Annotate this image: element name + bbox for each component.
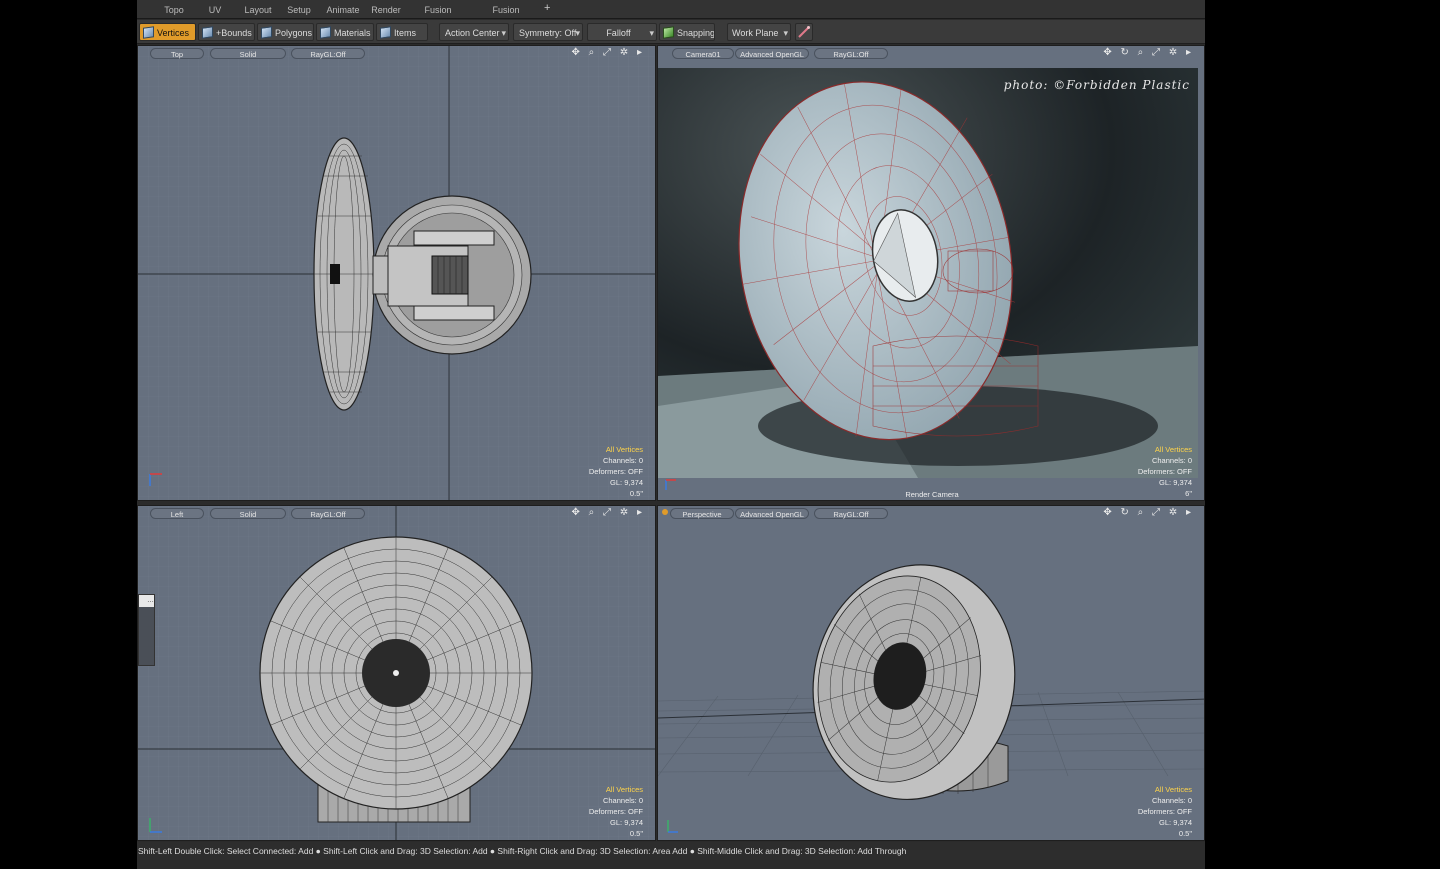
info-gl: GL: 9,374 [610,818,643,827]
raygl-toggle-camera[interactable]: RayGL:Off [814,48,888,59]
viewport-top[interactable]: Top Solid RayGL:Off ✥ ⌕ ⤢ ✲ ▸ All Vertic… [137,45,656,501]
view-select-top[interactable]: Top [150,48,204,59]
info-selection: All Vertices [1154,785,1192,794]
top-view-canvas[interactable] [138,46,656,501]
shading-select-top[interactable]: Solid [210,48,286,59]
active-dot-icon [662,509,668,515]
camera-view-canvas[interactable] [658,46,1205,501]
info-selection: All Vertices [1154,445,1192,454]
viewport-camera-header: Camera01 Advanced OpenGL RayGL:Off ✥ ↻ ⌕… [658,46,1204,61]
info-scale: 0.5" [1178,829,1192,838]
photo-watermark: photo: ©Forbidden Plastic [1003,78,1190,92]
viewport-top-nav-icons[interactable]: ✥ ⌕ ⤢ ✲ ▸ [572,47,646,58]
modo-app-window: Topo UV Layout Setup Animate Render Fusi… [137,0,1205,869]
tab-fusion-schematic[interactable]: Fusion Schematic [472,3,540,29]
info-channels: Channels: 0 [1151,796,1192,805]
snapping-button[interactable]: Snapping [659,23,715,41]
items-mode-button[interactable]: Items [376,23,428,41]
vertices-icon [143,26,154,39]
viewport-left[interactable]: … Left Solid RayGL:Off ✥ ⌕ ⤢ ✲ ▸ All Ver… [137,505,656,841]
materials-icon [320,26,331,39]
layout-tab-bar: Topo UV Layout Setup Animate Render Fusi… [137,0,1205,29]
materials-label: Materials [334,28,371,38]
polygons-icon [261,26,272,39]
info-deformers: Deformers: OFF [1137,467,1192,476]
tab-setup[interactable]: Setup [284,3,314,17]
symmetry-dropdown[interactable]: Symmetry: Off [513,23,583,42]
raygl-toggle-top[interactable]: RayGL:Off [291,48,365,59]
tab-render[interactable]: Render [370,3,402,17]
tab-uv[interactable]: UV [203,3,227,17]
viewport-perspective-info: All Vertices Channels: 0 Deformers: OFF … [1138,784,1192,839]
info-deformers: Deformers: OFF [1137,807,1192,816]
materials-mode-button[interactable]: Materials [316,23,374,41]
info-deformers: Deformers: OFF [588,807,643,816]
raygl-toggle-left[interactable]: RayGL:Off [291,508,365,519]
snapping-label: Snapping [677,28,715,38]
items-label: Items [394,28,417,38]
viewport-perspective-nav-icons[interactable]: ✥ ↻ ⌕ ⤢ ✲ ▸ [1103,507,1194,518]
shading-select-left[interactable]: Solid [210,508,286,519]
viewport-top-info: All Vertices Channels: 0 Deformers: OFF … [589,444,643,499]
viewport-perspective[interactable]: Perspective Advanced OpenGL RayGL:Off ✥ … [657,505,1205,841]
info-scale: 0.5" [629,489,643,498]
items-icon [380,26,391,39]
tab-animate[interactable]: Animate [324,3,362,17]
info-channels: Channels: 0 [602,796,643,805]
info-selection: All Vertices [605,445,643,454]
info-scale: 0.5" [629,829,643,838]
perspective-view-canvas[interactable] [658,506,1205,841]
info-gl: GL: 9,374 [610,478,643,487]
polygons-mode-button[interactable]: Polygons [257,23,314,41]
brush-icon [798,26,810,38]
bounds-label: +Bounds [216,28,252,38]
snapping-icon [663,26,674,39]
info-channels: Channels: 0 [602,456,643,465]
viewport-camera-nav-icons[interactable]: ✥ ↻ ⌕ ⤢ ✲ ▸ [1103,47,1194,58]
viewport-left-header: Left Solid RayGL:Off ✥ ⌕ ⤢ ✲ ▸ [138,506,655,521]
render-camera-label: Render Camera [905,490,959,499]
left-view-canvas[interactable] [138,506,656,841]
bounds-mode-button[interactable]: +Bounds [198,23,255,41]
bounds-icon [202,26,213,39]
tab-topo[interactable]: Topo [159,3,189,17]
viewport-camera[interactable]: photo: ©Forbidden Plastic Camera01 Advan… [657,45,1205,501]
vertices-mode-button[interactable]: Vertices [139,23,196,41]
shading-select-perspective[interactable]: Advanced OpenGL [735,508,809,519]
viewport-perspective-header: Perspective Advanced OpenGL RayGL:Off ✥ … [658,506,1204,521]
shading-select-camera[interactable]: Advanced OpenGL [735,48,809,59]
tab-fusion-model[interactable]: Fusion Model [411,3,465,29]
main-toolbar: Vertices +Bounds Polygons Materials Item… [137,20,1205,44]
info-deformers: Deformers: OFF [588,467,643,476]
work-plane-dropdown[interactable]: Work Plane [727,23,791,42]
info-channels: Channels: 0 [1151,456,1192,465]
tool-flyout-panel[interactable]: … [138,594,155,666]
brush-tool-button[interactable] [795,23,813,41]
view-select-left[interactable]: Left [150,508,204,519]
raygl-toggle-perspective[interactable]: RayGL:Off [814,508,888,519]
vertices-label: Vertices [157,28,190,38]
flyout-handle[interactable]: … [139,595,154,607]
viewport-left-info: All Vertices Channels: 0 Deformers: OFF … [589,784,643,839]
view-select-camera[interactable]: Camera01 [672,48,734,59]
info-gl: GL: 9,374 [1159,478,1192,487]
viewport-left-nav-icons[interactable]: ✥ ⌕ ⤢ ✲ ▸ [572,507,646,518]
info-selection: All Vertices [605,785,643,794]
viewport-top-header: Top Solid RayGL:Off ✥ ⌕ ⤢ ✲ ▸ [138,46,655,61]
add-tab-button[interactable]: + [544,2,550,14]
action-center-dropdown[interactable]: Action Center [439,23,509,42]
tab-layout[interactable]: Layout [241,3,275,17]
falloff-dropdown[interactable]: Falloff [587,23,657,42]
status-bar: Shift-Left Double Click: Select Connecte… [137,842,1205,860]
view-select-perspective[interactable]: Perspective [670,508,734,519]
info-gl: GL: 9,374 [1159,818,1192,827]
polygons-label: Polygons [275,28,313,38]
